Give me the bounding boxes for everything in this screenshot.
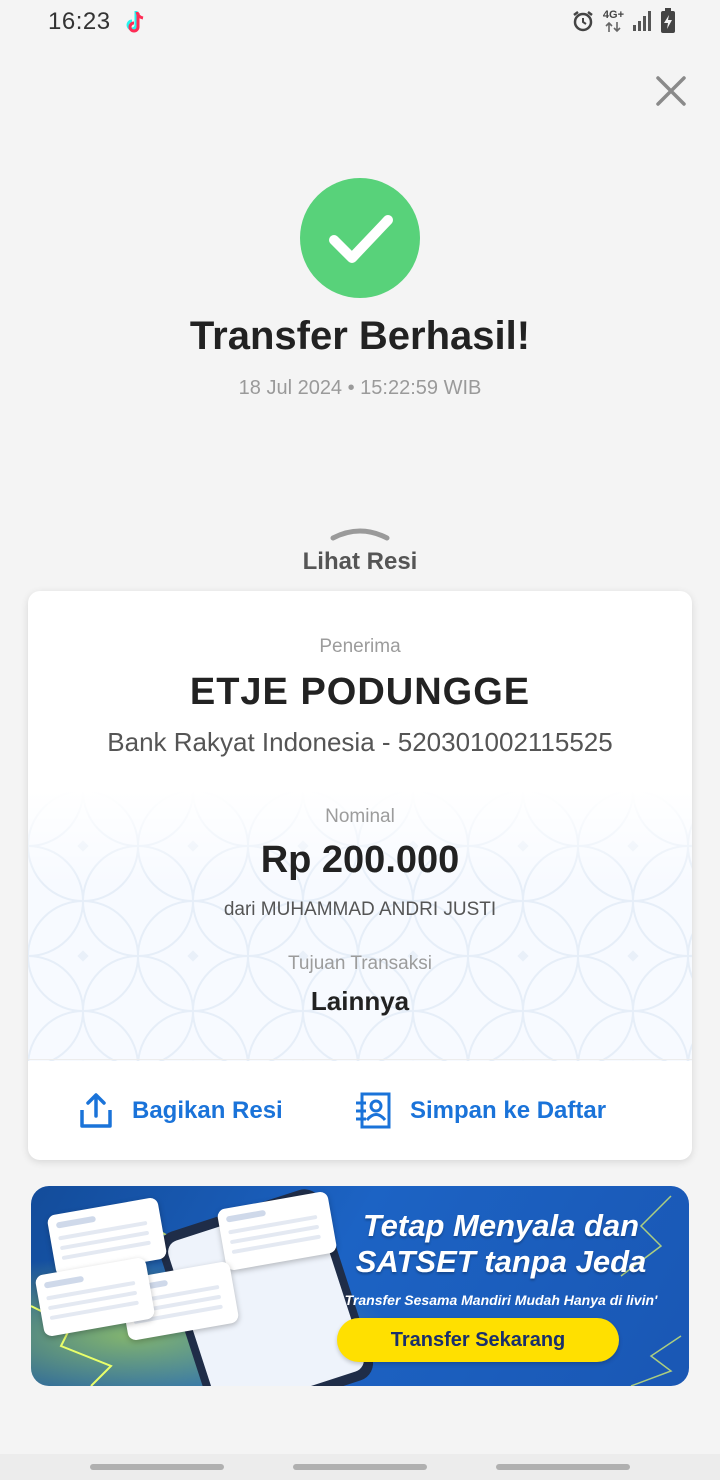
share-receipt-button[interactable]: Bagikan Resi — [78, 1089, 283, 1133]
card-background-pattern — [28, 791, 692, 1061]
banner-headline: Tetap Menyala dan SATSET tanpa Jeda — [355, 1208, 647, 1279]
network-type: 4G+ — [603, 9, 624, 33]
success-check-icon — [300, 178, 420, 298]
purpose-label: Tujuan Transaksi — [288, 953, 432, 974]
save-to-list-button[interactable]: Simpan ke Daftar — [354, 1089, 606, 1133]
recipient-bank-account: Bank Rakyat Indonesia - 520301002115525 — [107, 727, 613, 757]
add-contact-icon — [356, 1092, 391, 1129]
banner-subtext: Transfer Sesama Mandiri Mudah Hanya di l… — [344, 1292, 658, 1308]
nav-back-button[interactable] — [496, 1464, 630, 1470]
share-icon — [80, 1093, 112, 1128]
share-receipt-label: Bagikan Resi — [132, 1097, 283, 1124]
tiktok-icon — [126, 11, 144, 33]
data-arrows-icon — [605, 21, 621, 32]
success-title: Transfer Berhasil! — [189, 314, 531, 358]
chevron-up-icon — [330, 528, 390, 541]
status-time: 16:23 — [48, 8, 111, 35]
system-nav-bar — [0, 1454, 720, 1480]
nav-home-button[interactable] — [293, 1464, 427, 1470]
card-divider — [28, 1059, 692, 1060]
status-bar: 16:23 4G+ — [0, 0, 720, 46]
transaction-datetime: 18 Jul 2024 • 15:22:59 WIB — [238, 377, 482, 399]
save-to-list-label: Simpan ke Daftar — [410, 1097, 607, 1124]
transfer-amount: Rp 200.000 — [260, 839, 460, 881]
sender-name: dari MUHAMMAD ANDRI JUSTI — [223, 899, 497, 920]
transfer-success-screen: 16:23 4G+ Transfer Berhasil! 18 Jul 2024… — [0, 0, 720, 1480]
receipt-card: Penerima ETJE PODUNGGE Bank Rakyat Indon… — [28, 591, 692, 1160]
close-button[interactable] — [650, 70, 692, 112]
close-icon — [656, 76, 686, 106]
recipient-label: Penerima — [319, 636, 401, 657]
promo-banner[interactable]: Tetap Menyala dan SATSET tanpa Jeda Tran… — [31, 1186, 689, 1386]
signal-icon — [633, 11, 651, 31]
nav-recents-button[interactable] — [90, 1464, 224, 1470]
status-icons: 4G+ — [571, 6, 676, 36]
battery-charging-icon — [661, 8, 675, 33]
transfer-now-button[interactable]: Transfer Sekarang — [337, 1318, 619, 1362]
recipient-name: ETJE PODUNGGE — [189, 671, 531, 713]
view-receipt-label: Lihat Resi — [302, 548, 418, 575]
alarm-icon — [573, 11, 593, 32]
transaction-purpose: Lainnya — [310, 986, 410, 1016]
amount-label: Nominal — [325, 806, 395, 827]
view-receipt-toggle[interactable]: Lihat Resi — [270, 526, 450, 582]
